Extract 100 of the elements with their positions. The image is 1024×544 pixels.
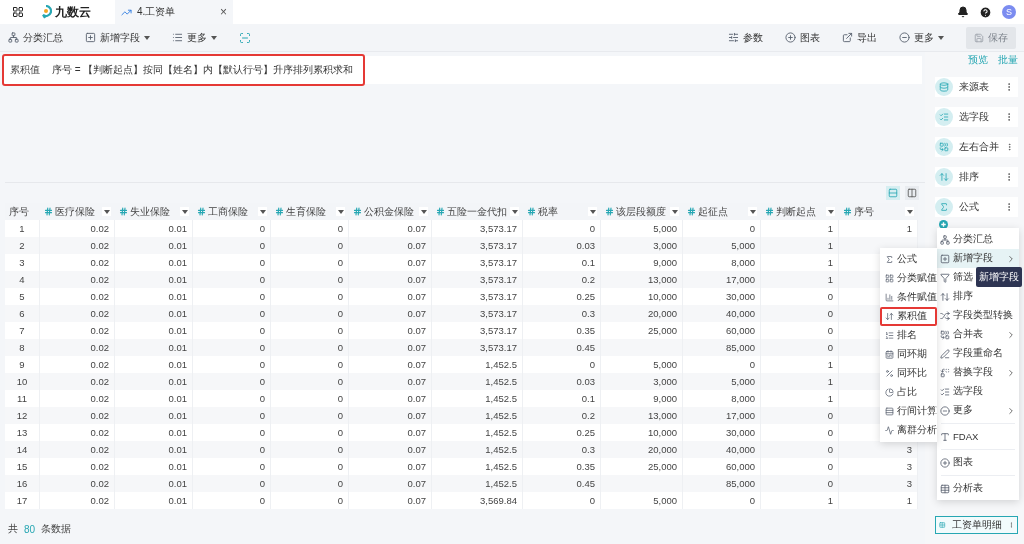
table-cell: 0.07 [407, 495, 426, 506]
table-cell: 1,452.5 [485, 461, 517, 472]
table-cell: 0.35 [576, 461, 595, 472]
table-cell: 0 [337, 325, 343, 336]
table-cell: 0 [337, 291, 343, 302]
table-cell: 0.03 [576, 376, 595, 387]
header-label: 五险一金代扣 [447, 204, 507, 219]
table-cell: 0 [337, 478, 343, 489]
row-count: 80 [24, 523, 36, 535]
table-cell: 0 [337, 274, 343, 285]
table-cell: 3,573.17 [480, 342, 517, 353]
table-cell: 0 [259, 325, 265, 336]
table-cell: 30,000 [725, 291, 755, 302]
table-cell: 0 [589, 223, 595, 234]
table-cell: 40,000 [725, 308, 755, 319]
table-cell: 40,000 [725, 444, 755, 455]
table-cell: 0.1 [581, 393, 595, 404]
table-cell: 0 [259, 461, 265, 472]
table-cell: 0.02 [90, 461, 109, 472]
table-cell: 3 [906, 478, 912, 489]
table-cell: 1 [827, 359, 833, 370]
table-cell: 0.02 [90, 478, 109, 489]
table-cell: 1 [827, 240, 833, 251]
table-cell: 0 [259, 495, 265, 506]
table-cell: 0.01 [168, 495, 187, 506]
node-label: 公式 [959, 200, 980, 214]
table-cell: 0 [337, 342, 343, 353]
table-cell: 0.07 [407, 393, 426, 404]
table-cell: 30,000 [725, 427, 755, 438]
table-cell: 1,452.5 [485, 359, 517, 370]
table-cell: 0 [749, 359, 755, 370]
table-cell: 0 [749, 223, 755, 234]
table-cell: 0.07 [407, 410, 426, 421]
table-cell: 8,000 [731, 393, 755, 404]
table-cell: 0.02 [90, 308, 109, 319]
node-label: 选字段 [959, 110, 990, 124]
table-cell: 0 [259, 291, 265, 302]
table-cell: 17 [16, 495, 28, 506]
table-cell: 20,000 [647, 308, 677, 319]
table-cell: 0.02 [90, 376, 109, 387]
table-cell: 2 [19, 240, 25, 251]
header-label: 起征点 [698, 204, 728, 219]
table-cell: 0.07 [407, 461, 426, 472]
table-cell: 1,452.5 [485, 393, 517, 404]
table-cell: 0 [337, 393, 343, 404]
table-cell: 13 [16, 427, 28, 438]
table-cell: 0 [827, 427, 833, 438]
table-cell: 17,000 [725, 410, 755, 421]
table-cell: 0 [337, 495, 343, 506]
table-cell: 0.07 [407, 291, 426, 302]
table-cell: 10 [16, 376, 28, 387]
table-cell: 1 [827, 274, 833, 285]
header-label: 税率 [538, 204, 558, 219]
table-cell: 13,000 [647, 274, 677, 285]
header-label: 序号 [9, 204, 29, 219]
table-cell: 3 [906, 444, 912, 455]
table-cell: 0.01 [168, 393, 187, 404]
table-cell: 0 [259, 308, 265, 319]
node-label: 排序 [959, 170, 980, 184]
table-cell: 13,000 [647, 410, 677, 421]
table-cell: 11 [17, 393, 27, 404]
table-cell: 1,452.5 [485, 478, 517, 489]
table-cell: 0.02 [90, 342, 109, 353]
table-cell: 0.02 [90, 393, 109, 404]
table-cell: 0.02 [90, 444, 109, 455]
table-cell: 0.01 [168, 342, 187, 353]
table-cell: 0.07 [407, 240, 426, 251]
table-cell: 3,573.17 [480, 308, 517, 319]
header-label: 生育保险 [286, 204, 326, 219]
table-cell: 0.03 [576, 240, 595, 251]
table-cell: 0 [827, 308, 833, 319]
table-cell: 0.45 [576, 478, 595, 489]
table-cell: 0 [259, 410, 265, 421]
node-label: 工资单明细 [951, 518, 1002, 532]
table-cell: 3 [906, 461, 912, 472]
table-cell: 60,000 [725, 461, 755, 472]
table-cell: 0.02 [90, 240, 109, 251]
table-cell: 3,000 [653, 240, 677, 251]
table-cell: 5,000 [653, 495, 677, 506]
table-cell: 9,000 [653, 257, 677, 268]
table-cell: 3,569.84 [480, 495, 517, 506]
table-cell: 0.25 [576, 291, 595, 302]
table-cell: 0 [259, 223, 265, 234]
table-cell: 0.02 [90, 325, 109, 336]
table-cell: 0.02 [90, 291, 109, 302]
table-cell: 0 [337, 410, 343, 421]
table-cell: 10,000 [647, 427, 677, 438]
table-cell: 16 [16, 478, 28, 489]
table-cell: 0 [827, 444, 833, 455]
table-cell: 85,000 [725, 478, 755, 489]
header-label: 医疗保险 [55, 204, 95, 219]
table-cell: 0 [337, 257, 343, 268]
table-cell: 0.2 [581, 410, 595, 421]
table-cell: 0.01 [168, 240, 187, 251]
table-cell: 0.01 [168, 444, 187, 455]
table-cell: 4 [19, 274, 25, 285]
table-cell: 0 [827, 291, 833, 302]
table-cell: 1 [906, 223, 912, 234]
table-cell: 1,452.5 [485, 376, 517, 387]
table-cell: 0 [259, 342, 265, 353]
